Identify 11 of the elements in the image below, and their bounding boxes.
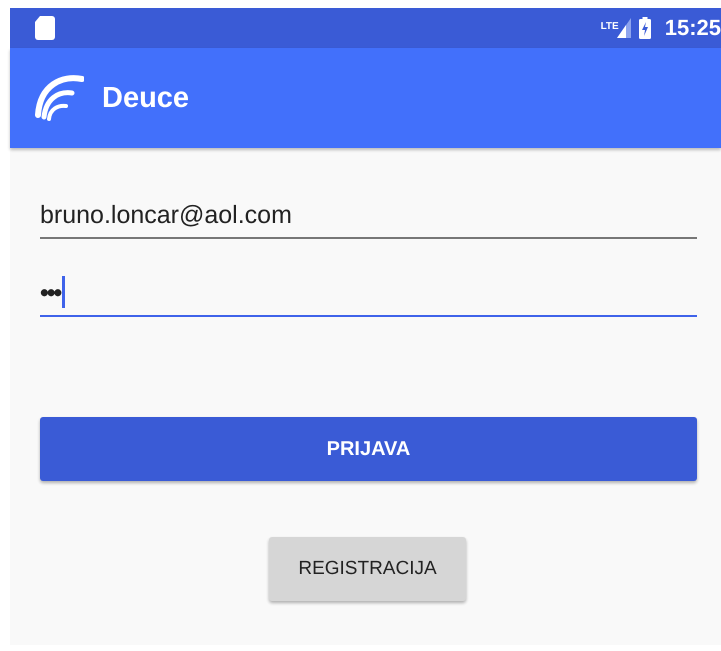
- signal-icon: [616, 18, 631, 38]
- sd-card-icon: [34, 15, 56, 41]
- login-button[interactable]: PRIJAVA: [40, 417, 697, 481]
- email-field[interactable]: bruno.loncar@aol.com: [40, 193, 697, 239]
- network-label: LTE: [600, 21, 619, 32]
- register-button[interactable]: REGISTRACIJA: [269, 537, 466, 601]
- clock-time: 15:25: [664, 15, 721, 41]
- battery-charging-icon: [638, 17, 651, 39]
- logo-icon: [32, 75, 84, 121]
- app-title: Deuce: [102, 82, 190, 114]
- password-field[interactable]: •••: [40, 271, 697, 317]
